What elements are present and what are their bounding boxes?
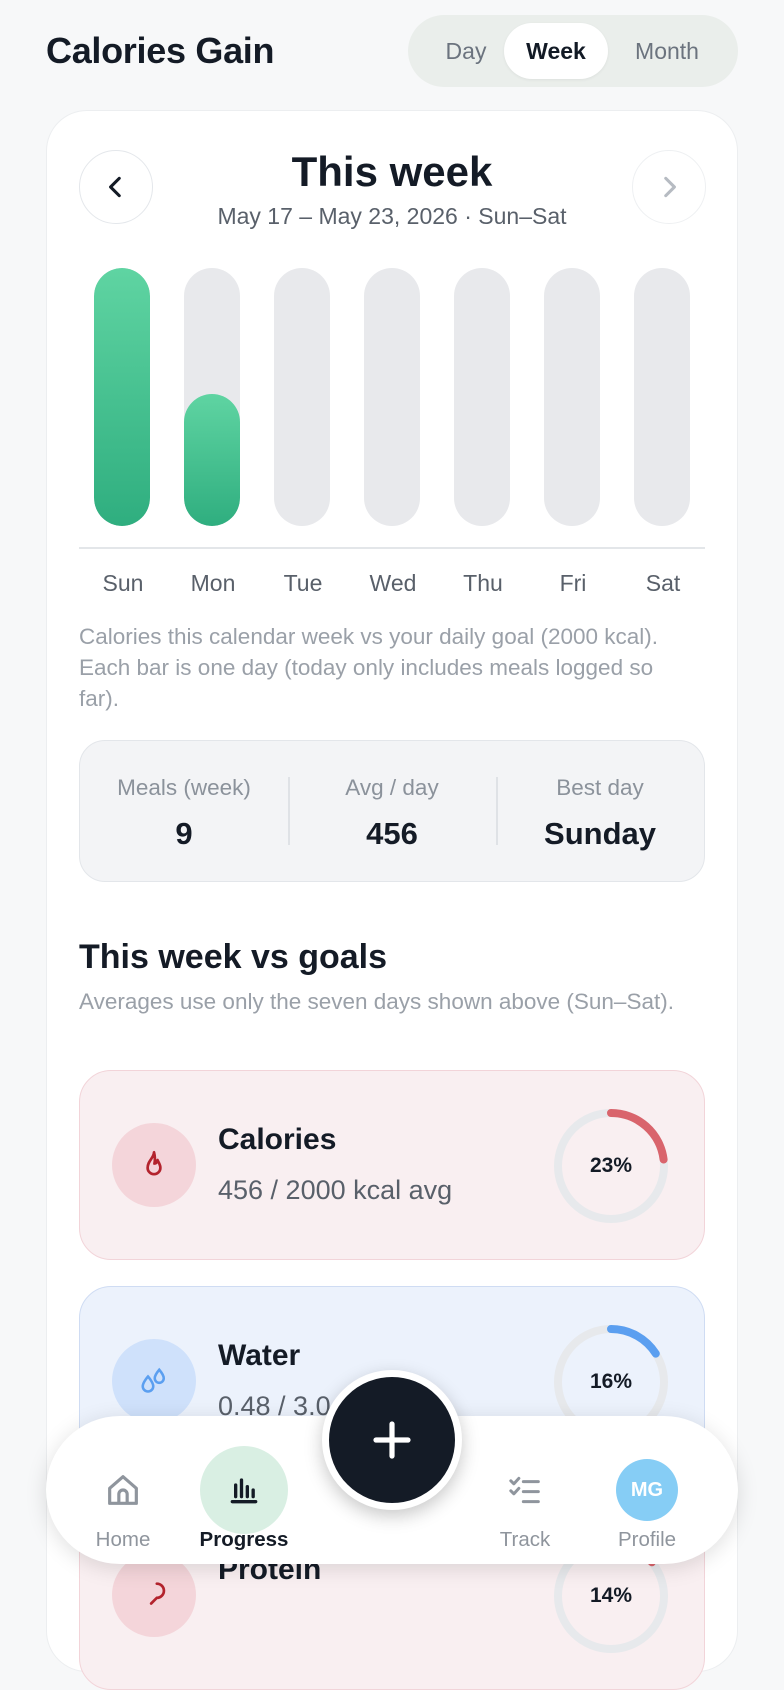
day-label-tue: Tue [283, 570, 323, 596]
nav-track-label: Track [499, 1528, 551, 1551]
week-title: This week [291, 148, 493, 195]
stat-meals: Meals (week) 9 [80, 741, 288, 881]
goal-name-calories: Calories [218, 1123, 337, 1156]
bar-mon[interactable] [184, 268, 240, 526]
week-date-range: May 17 – May 23, 2026 · Sun–Sat [217, 203, 567, 229]
chart-baseline [79, 547, 705, 549]
segment-month[interactable]: Month [608, 23, 726, 79]
bar-fri[interactable] [544, 268, 600, 526]
stat-best: Best day Sunday [496, 741, 704, 881]
nav-home[interactable]: Home [78, 1416, 168, 1564]
segment-week[interactable]: Week [504, 23, 608, 79]
nav-profile-label: Profile [617, 1528, 677, 1551]
nav-profile[interactable]: MG Profile [602, 1416, 692, 1564]
nav-progress[interactable]: Progress [190, 1416, 298, 1564]
weekly-stats: Meals (week) 9 Avg / day 456 Best day Su… [79, 740, 705, 882]
flame-icon [112, 1123, 196, 1207]
add-entry-button[interactable] [322, 1370, 462, 1510]
chevron-left-icon [109, 176, 121, 198]
bar-sat[interactable] [634, 268, 690, 526]
stat-avg-label: Avg / day [345, 775, 439, 800]
bar-fill-sun [94, 268, 150, 526]
day-label-sat: Sat [645, 570, 681, 596]
weekly-calorie-bars [79, 268, 705, 528]
day-label-wed: Wed [369, 570, 417, 596]
chart-explanation: Calories this calendar week vs your dail… [79, 624, 659, 711]
bar-thu[interactable] [454, 268, 510, 526]
checklist-icon [481, 1446, 569, 1534]
page-title: Calories Gain [46, 30, 275, 71]
period-segmented-control: Day Week Month [408, 15, 738, 87]
day-label-mon: Mon [190, 570, 236, 596]
goal-percent-calories: 23% [589, 1154, 633, 1177]
avatar-initials: MG [616, 1459, 678, 1521]
protein-icon [112, 1553, 196, 1637]
bar-chart-icon [200, 1446, 288, 1534]
goal-detail-calories: 456 / 2000 kcal avg [218, 1175, 453, 1205]
previous-week-button[interactable] [79, 150, 153, 224]
day-label-thu: Thu [463, 570, 503, 596]
profile-avatar: MG [603, 1446, 691, 1534]
stat-avg-value: 456 [366, 816, 418, 851]
water-drops-icon [112, 1339, 196, 1423]
stat-best-label: Best day [556, 775, 644, 800]
stat-meals-label: Meals (week) [117, 775, 251, 800]
stat-avg: Avg / day 456 [288, 741, 496, 881]
next-week-button[interactable] [632, 150, 706, 224]
chevron-right-icon [664, 176, 676, 198]
goals-section-subtitle: Averages use only the seven days shown a… [79, 989, 674, 1014]
stat-best-value: Sunday [544, 816, 656, 851]
nav-track[interactable]: Track [480, 1416, 570, 1564]
goals-section-title: This week vs goals [79, 938, 388, 976]
segment-day[interactable]: Day [418, 23, 514, 79]
stat-meals-value: 9 [175, 816, 193, 851]
bar-tue[interactable] [274, 268, 330, 526]
nav-progress-label: Progress [199, 1528, 289, 1551]
plus-icon [373, 1421, 411, 1459]
nav-home-label: Home [95, 1528, 151, 1551]
day-label-fri: Fri [559, 570, 587, 596]
app-header: Calories Gain Day Week Month [0, 0, 784, 104]
day-label-sun: Sun [102, 570, 144, 596]
bar-fill-mon [184, 394, 240, 526]
bar-wed[interactable] [364, 268, 420, 526]
home-icon [79, 1446, 167, 1534]
bar-sun[interactable] [94, 268, 150, 526]
goal-card-calories[interactable]: Calories 456 / 2000 kcal avg 23% [79, 1070, 705, 1260]
goal-name-water: Water [218, 1339, 301, 1372]
